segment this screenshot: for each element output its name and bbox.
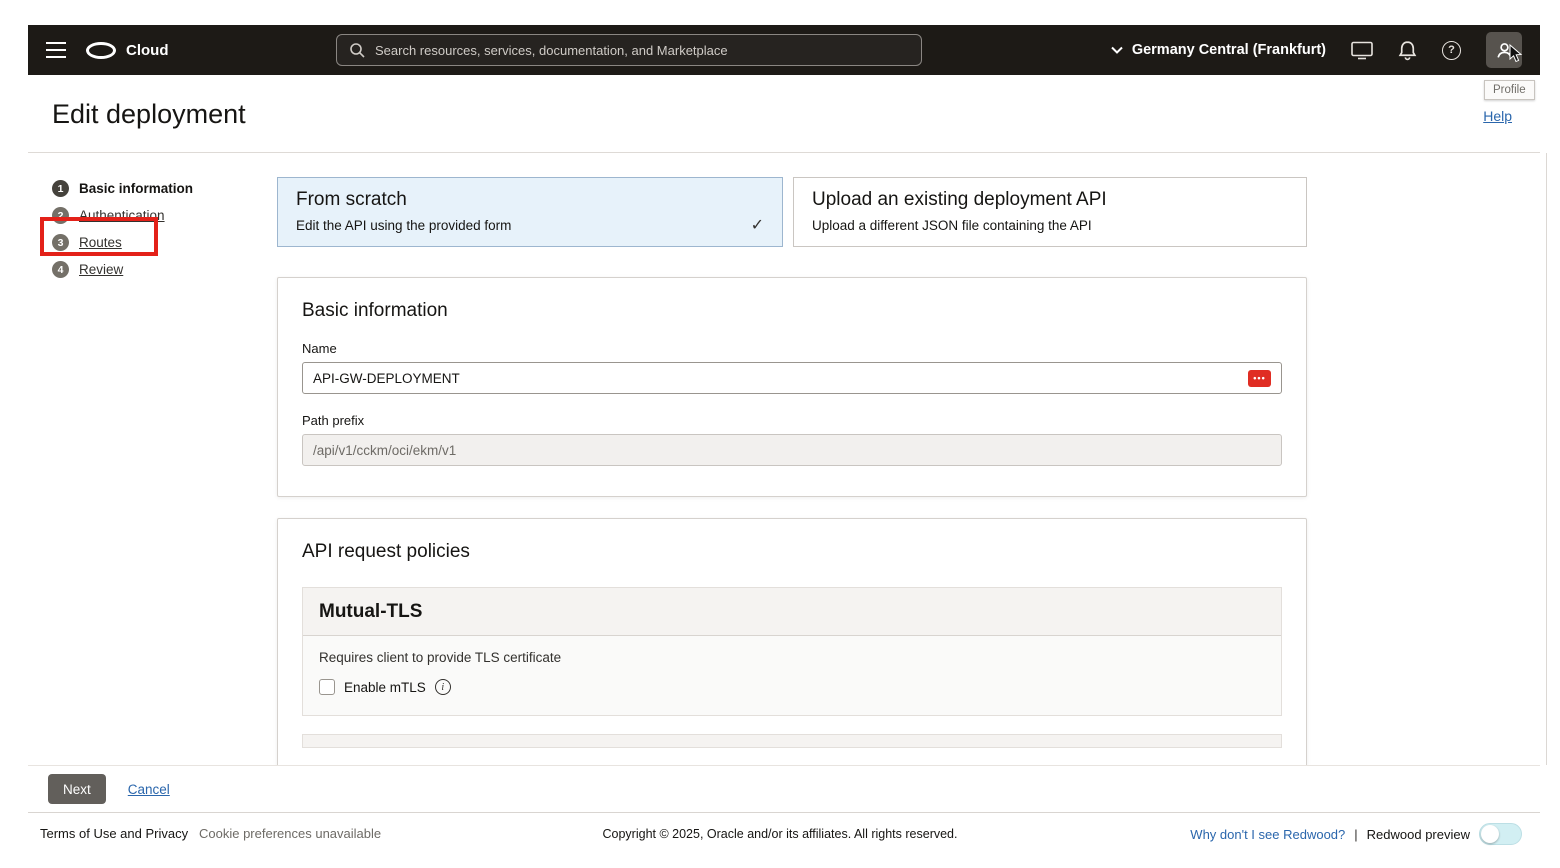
- option-title: Upload an existing deployment API: [812, 189, 1288, 211]
- path-prefix-value: /api/v1/cckm/oci/ekm/v1: [313, 443, 456, 458]
- option-upload-existing[interactable]: Upload an existing deployment API Upload…: [793, 177, 1307, 247]
- path-prefix-input: /api/v1/cckm/oci/ekm/v1: [302, 434, 1282, 466]
- mutual-tls-header: Mutual-TLS: [303, 588, 1281, 636]
- redwood-preview-toggle[interactable]: [1479, 823, 1522, 845]
- search-placeholder: Search resources, services, documentatio…: [375, 43, 728, 58]
- annotation-highlight-routes: [40, 217, 158, 256]
- name-label: Name: [302, 341, 1282, 356]
- cookie-status: Cookie preferences unavailable: [199, 826, 381, 841]
- oracle-cloud-brand[interactable]: Cloud: [86, 42, 169, 59]
- topbar-right-group: Germany Central (Frankfurt) ?: [1111, 32, 1522, 68]
- hamburger-menu-icon[interactable]: [46, 42, 68, 58]
- option-title: From scratch: [296, 189, 764, 211]
- mouse-cursor-icon: [1509, 44, 1525, 64]
- redwood-preview-label: Redwood preview: [1367, 827, 1470, 842]
- global-search-input[interactable]: Search resources, services, documentatio…: [336, 34, 922, 66]
- footer-right-group: Why don't I see Redwood? | Redwood previ…: [1190, 823, 1522, 845]
- screen: Cloud Search resources, services, docume…: [0, 0, 1560, 868]
- step-number-badge: 1: [52, 180, 69, 197]
- toggle-knob: [1481, 825, 1499, 843]
- wizard-step-basic-information[interactable]: 1 Basic information: [52, 175, 193, 202]
- copyright-text: Copyright © 2025, Oracle and/or its affi…: [420, 827, 1140, 841]
- next-policy-section-clipped: [302, 734, 1282, 748]
- step-label: Basic information: [79, 181, 193, 196]
- help-icon[interactable]: ?: [1442, 41, 1461, 60]
- search-icon: [349, 42, 365, 58]
- profile-tooltip: Profile: [1484, 80, 1535, 100]
- topbar: Cloud Search resources, services, docume…: [28, 25, 1540, 75]
- basic-information-card: Basic information Name API-GW-DEPLOYMENT…: [277, 277, 1307, 497]
- footer: Terms of Use and Privacy Cookie preferen…: [0, 813, 1560, 868]
- name-value: API-GW-DEPLOYMENT: [313, 371, 460, 386]
- path-prefix-label: Path prefix: [302, 413, 1282, 428]
- footer-separator: |: [1354, 827, 1357, 842]
- option-from-scratch[interactable]: From scratch Edit the API using the prov…: [277, 177, 783, 247]
- selected-check-icon: ✓: [751, 215, 764, 235]
- cloud-shell-icon[interactable]: [1351, 41, 1373, 60]
- mutual-tls-section: Mutual-TLS Requires client to provide TL…: [302, 587, 1282, 716]
- option-subtitle: Edit the API using the provided form: [296, 218, 764, 233]
- notifications-bell-icon[interactable]: [1398, 40, 1417, 61]
- card-title: Basic information: [302, 300, 1282, 322]
- region-label: Germany Central (Frankfurt): [1132, 42, 1326, 58]
- next-button[interactable]: Next: [48, 774, 106, 804]
- wizard-step-review[interactable]: 4 Review: [52, 256, 193, 283]
- step-label: Review: [79, 262, 123, 277]
- brand-label: Cloud: [126, 42, 169, 59]
- mutual-tls-description: Requires client to provide TLS certifica…: [319, 650, 1265, 665]
- mutual-tls-body: Requires client to provide TLS certifica…: [303, 636, 1281, 715]
- action-bar: Next Cancel: [28, 765, 1540, 812]
- help-link[interactable]: Help: [1483, 108, 1512, 124]
- oracle-logo-icon: [86, 42, 116, 59]
- option-subtitle: Upload a different JSON file containing …: [812, 218, 1288, 233]
- help-question-glyph: ?: [1442, 41, 1461, 60]
- terms-link[interactable]: Terms of Use and Privacy: [40, 826, 188, 841]
- enable-mtls-label: Enable mTLS: [344, 680, 426, 695]
- api-request-policies-card: API request policies Mutual-TLS Requires…: [277, 518, 1307, 765]
- name-input[interactable]: API-GW-DEPLOYMENT •••: [302, 362, 1282, 394]
- enable-mtls-row: Enable mTLS i: [319, 679, 1265, 695]
- card-title: API request policies: [302, 541, 1282, 563]
- chevron-down-icon: [1111, 46, 1123, 54]
- region-selector[interactable]: Germany Central (Frankfurt): [1111, 42, 1326, 58]
- step-number-badge: 4: [52, 261, 69, 278]
- page-title: Edit deployment: [52, 99, 246, 130]
- redwood-question-link[interactable]: Why don't I see Redwood?: [1190, 827, 1345, 842]
- enable-mtls-checkbox[interactable]: [319, 679, 335, 695]
- scrollbar-track[interactable]: [1546, 153, 1547, 765]
- cancel-link[interactable]: Cancel: [128, 782, 170, 797]
- content-area: 1 Basic information 2 Authentication 3 R…: [28, 153, 1540, 765]
- password-manager-extension-icon[interactable]: •••: [1248, 370, 1271, 387]
- info-icon[interactable]: i: [435, 679, 451, 695]
